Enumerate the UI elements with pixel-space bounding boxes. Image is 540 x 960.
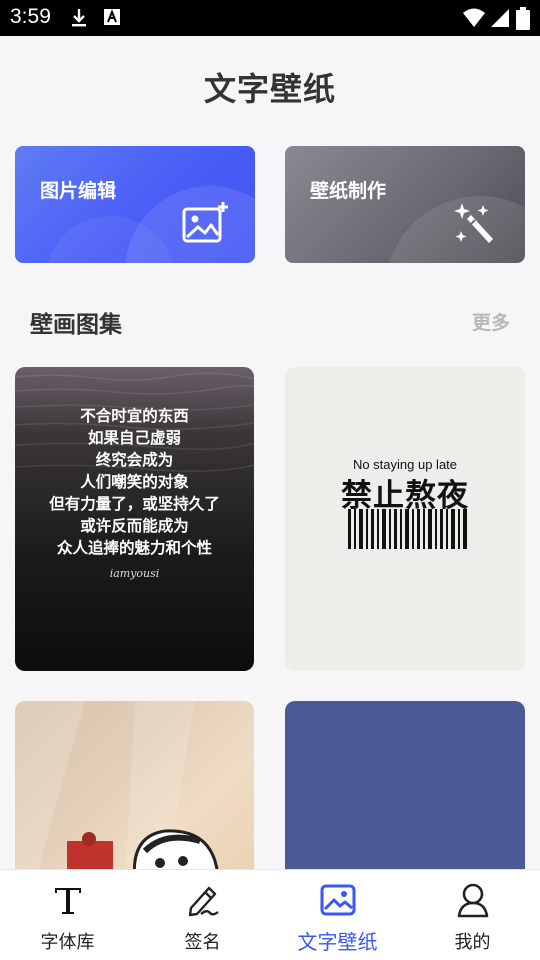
barcode-graphic — [348, 509, 467, 549]
poem-text: 不合时宜的东西 如果自己虚弱 终究会成为 人们嘲笑的对象 但有力量了，或坚持久了… — [15, 405, 254, 559]
person-icon — [457, 883, 488, 918]
image-edit-label: 图片编辑 — [40, 180, 117, 202]
section-title: 壁画图集 — [30, 312, 122, 338]
status-time: 3:59 — [10, 5, 51, 28]
app-notification-icon — [104, 9, 120, 25]
download-icon — [72, 9, 86, 27]
image-edit-card[interactable]: 图片编辑 — [15, 146, 255, 263]
poem-line: 人们嘲笑的对象 — [80, 473, 189, 491]
magic-wand-icon — [454, 203, 493, 243]
wifi-icon — [463, 8, 485, 27]
bottom-tab-bar: 字体库 签名 文字壁纸 我的 — [0, 869, 540, 960]
wallpaper-tile[interactable] — [285, 701, 525, 881]
wallpaper-tile[interactable] — [15, 701, 254, 881]
poem-line: 或许反而能成为 — [80, 517, 189, 535]
wallpaper-make-card[interactable]: 壁纸制作 — [285, 146, 525, 263]
image-edit-icon — [182, 202, 228, 243]
signal-icon — [491, 9, 509, 27]
wallpaper-tile[interactable]: 不合时宜的东西 如果自己虚弱 终究会成为 人们嘲笑的对象 但有力量了，或坚持久了… — [15, 367, 254, 671]
page-title: 文字壁纸 — [203, 70, 336, 108]
wallpaper-tile[interactable]: No staying up late 禁止熬夜 — [285, 367, 525, 671]
status-bar: 3:59 — [0, 0, 540, 36]
header: 文字壁纸 — [0, 36, 540, 136]
tab-mine[interactable]: 我的 — [405, 870, 540, 960]
poem-line: 但有力量了，或坚持久了 — [49, 495, 220, 513]
poem-line: 终究会成为 — [95, 451, 174, 469]
poem-line: 不合时宜的东西 — [80, 407, 189, 425]
tab-font-library[interactable]: 字体库 — [0, 870, 135, 960]
font-t-icon — [54, 888, 81, 914]
signature: iamyousi — [109, 567, 160, 580]
poem-line: 如果自己虚弱 — [87, 429, 181, 447]
tab-label: 文字壁纸 — [297, 930, 378, 954]
pen-icon — [188, 886, 219, 917]
wallpaper-make-label: 壁纸制作 — [310, 180, 387, 202]
tab-label: 签名 — [184, 932, 221, 953]
tab-signature[interactable]: 签名 — [135, 870, 270, 960]
more-link[interactable]: 更多 — [472, 308, 510, 335]
tab-text-wallpaper[interactable]: 文字壁纸 — [270, 870, 405, 960]
battery-icon — [516, 7, 530, 30]
tab-label: 字体库 — [40, 932, 95, 953]
tab-label: 我的 — [454, 932, 491, 953]
cartoon-illustration — [15, 701, 222, 881]
wallpaper-icon — [320, 884, 355, 916]
poem-line: 众人追捧的魅力和个性 — [56, 539, 212, 557]
